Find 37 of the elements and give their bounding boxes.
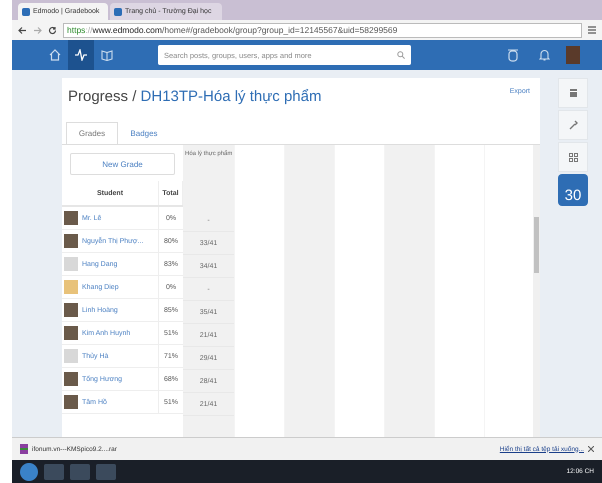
menu-icon[interactable] (588, 26, 596, 34)
close-icon[interactable] (588, 446, 594, 452)
avatar-placeholder (64, 257, 78, 271)
pulse-icon (75, 49, 87, 61)
photo-placeholder (64, 211, 78, 225)
backpack-icon[interactable] (507, 48, 519, 62)
page-title: Progress / DH13TP-Hóa lý thực phẩm (68, 88, 322, 107)
reload-icon[interactable] (48, 26, 57, 34)
search-icon (397, 51, 405, 59)
avatar-placeholder (64, 349, 78, 363)
scrollbar-thumb[interactable] (534, 217, 539, 273)
book-icon (101, 49, 113, 61)
forward-icon[interactable] (33, 26, 42, 34)
photo-placeholder (64, 395, 78, 409)
grid-icon (568, 152, 578, 162)
side-button[interactable] (558, 78, 588, 108)
bell-icon[interactable] (539, 49, 550, 61)
address-field[interactable]: https://www.edmodo.com/home#/gradebook/group?group_id=12145567&uid=58299569 (63, 22, 582, 38)
tab-favicon-icon (22, 8, 30, 16)
photo-placeholder (64, 303, 78, 317)
store-icon (568, 88, 578, 98)
nav-tab[interactable] (68, 40, 94, 70)
page-tab[interactable]: Grades (66, 122, 118, 144)
start-button[interactable] (20, 462, 38, 480)
home-icon (49, 49, 61, 61)
photo-placeholder (64, 326, 78, 340)
page-tab[interactable]: Badges (118, 122, 170, 144)
tab-favicon-icon (114, 8, 122, 16)
calendar-button[interactable]: 30 (558, 174, 588, 206)
photo-placeholder (64, 280, 78, 294)
back-icon[interactable] (18, 26, 27, 34)
photo-placeholder (64, 372, 78, 386)
archive-icon (20, 444, 28, 454)
new-grade-button[interactable]: New Grade (70, 153, 175, 175)
wrench-icon (568, 120, 578, 130)
side-button[interactable] (558, 142, 588, 172)
photo-placeholder (64, 234, 78, 248)
